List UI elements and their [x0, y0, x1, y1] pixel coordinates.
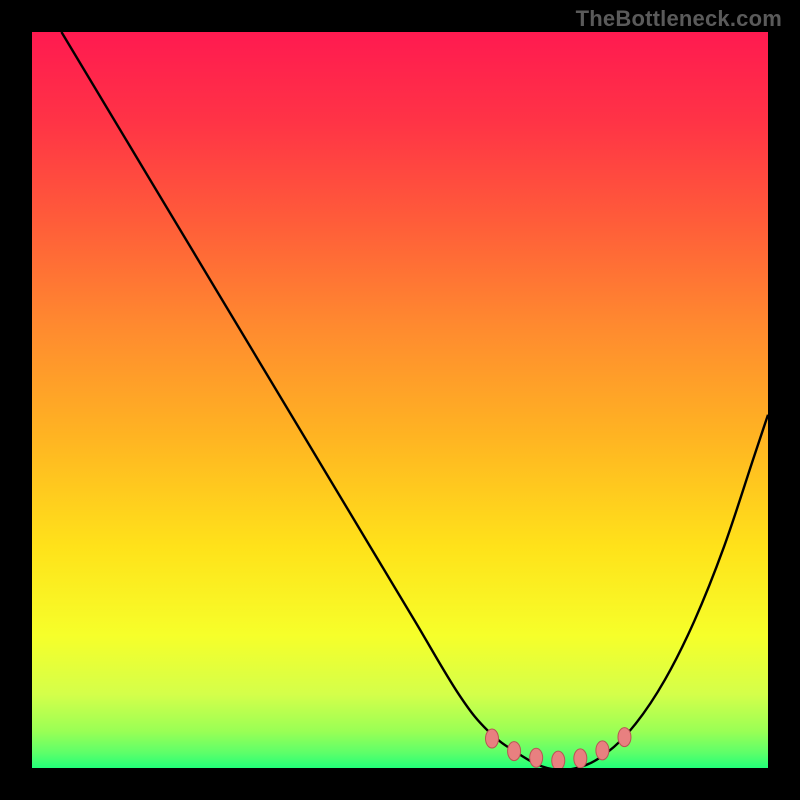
attribution-text: TheBottleneck.com — [576, 6, 782, 32]
marker-dot — [486, 729, 499, 748]
marker-dot — [552, 751, 565, 768]
marker-dot — [618, 728, 631, 747]
chart-container: TheBottleneck.com — [0, 0, 800, 800]
marker-dot — [530, 748, 543, 767]
marker-dot — [596, 741, 609, 760]
plot-area — [32, 32, 768, 768]
plot-svg — [32, 32, 768, 768]
marker-dot — [508, 742, 521, 761]
gradient-background — [32, 32, 768, 768]
marker-dot — [574, 749, 587, 768]
